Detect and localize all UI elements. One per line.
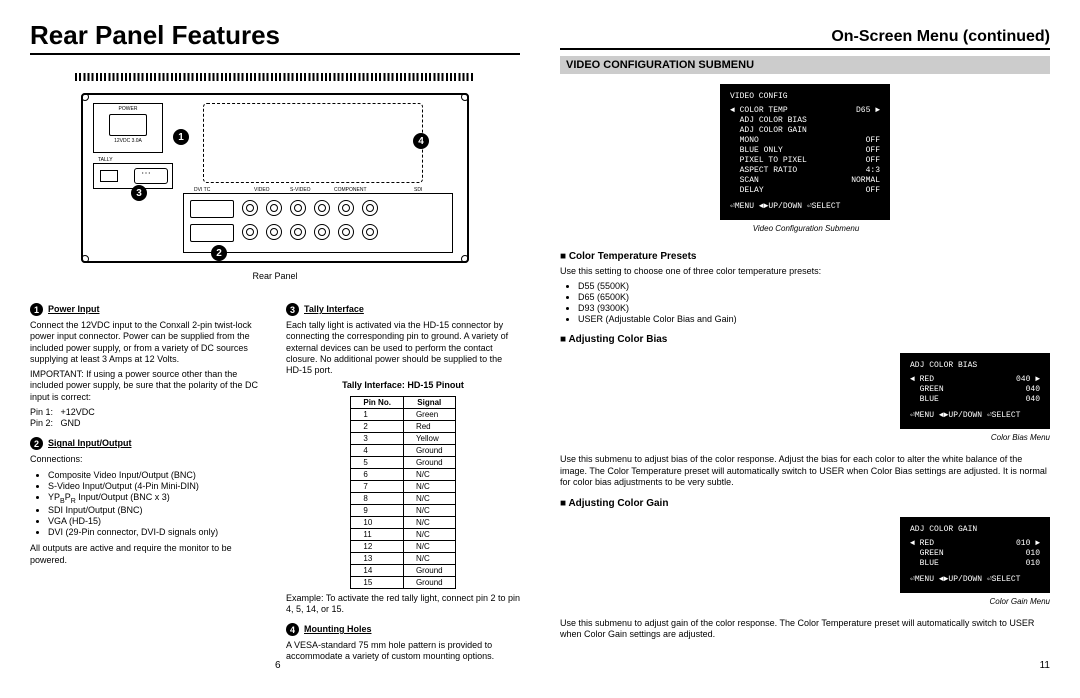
page-right: On-Screen Menu (continued) VIDEO CONFIGU… xyxy=(560,20,1050,667)
s3-p1: Each tally light is activated via the HD… xyxy=(286,320,520,376)
s2-p1: Connections: xyxy=(30,454,264,465)
sec1-list: D55 (5500K) D65 (6500K) D93 (9300K) USER… xyxy=(578,281,1050,324)
page-number-right: 11 xyxy=(1040,660,1050,671)
section-3-head: 3Tally Interface xyxy=(286,303,520,316)
rear-panel-diagram: POWER 12VDC 3.0A TALLY DVI TC VIDEO S-VI… xyxy=(75,73,475,281)
sec1-p1: Use this setting to choose one of three … xyxy=(560,266,1050,277)
osd-color-bias: ADJ COLOR BIAS RED040 GREEN040 BLUE040 ⏎… xyxy=(900,349,1050,450)
s1-pins: Pin 1: +12VDC Pin 2: GND xyxy=(30,407,264,430)
left-column-1: 1Power Input Connect the 12VDC input to … xyxy=(30,295,264,667)
callout-3: 3 xyxy=(131,185,147,201)
io-block: DVI TC VIDEO S-VIDEO COMPONENT SDI xyxy=(183,193,453,253)
page-left: Rear Panel Features POWER 12VDC 3.0A TAL… xyxy=(30,20,520,667)
section-1-head: 1Power Input xyxy=(30,303,264,316)
page-title-left: Rear Panel Features xyxy=(30,20,520,55)
sec3-p1: Use this submenu to adjust gain of the c… xyxy=(560,618,1050,641)
diagram-caption: Rear Panel xyxy=(75,271,475,281)
callout-1: 1 xyxy=(173,129,189,145)
pinout-title: Tally Interface: HD-15 Pinout xyxy=(286,380,520,391)
s1-p1: Connect the 12VDC input to the Conxall 2… xyxy=(30,320,264,365)
s4-p1: A VESA-standard 75 mm hole pattern is pr… xyxy=(286,640,520,663)
section-2-head: 2Signal Input/Output xyxy=(30,437,264,450)
pinout-table: Pin No.Signal 1Green 2Red 3Yellow 4Groun… xyxy=(350,396,455,589)
mounting-holes-outline xyxy=(203,103,423,183)
callout-2: 2 xyxy=(211,245,227,261)
sec2-p1: Use this submenu to adjust bias of the c… xyxy=(560,454,1050,488)
s2-list: Composite Video Input/Output (BNC) S-Vid… xyxy=(48,470,264,538)
s2-p2: All outputs are active and require the m… xyxy=(30,543,264,566)
sec-color-bias-head: Adjusting Color Bias xyxy=(560,334,1050,345)
sec-color-temp-head: Color Temperature Presets xyxy=(560,251,1050,262)
page-number-left: 6 xyxy=(275,660,281,671)
submenu-title: VIDEO CONFIGURATION SUBMENU xyxy=(560,56,1050,74)
s1-p2: IMPORTANT: If using a power source other… xyxy=(30,369,264,403)
power-block: POWER 12VDC 3.0A xyxy=(93,103,163,153)
callout-4: 4 xyxy=(413,133,429,149)
page-title-right: On-Screen Menu (continued) xyxy=(560,28,1050,50)
section-4-head: 4Mounting Holes xyxy=(286,623,520,636)
s3-p2: Example: To activate the red tally light… xyxy=(286,593,520,616)
osd-color-gain: ADJ COLOR GAIN RED010 GREEN010 BLUE010 ⏎… xyxy=(900,513,1050,614)
sec-color-gain-head: Adjusting Color Gain xyxy=(560,498,1050,509)
tally-block: TALLY xyxy=(93,163,173,189)
left-column-2: 3Tally Interface Each tally light is act… xyxy=(286,295,520,667)
osd-video-config: VIDEO CONFIG COLOR TEMPD65 ADJ COLOR BIA… xyxy=(560,80,1050,241)
